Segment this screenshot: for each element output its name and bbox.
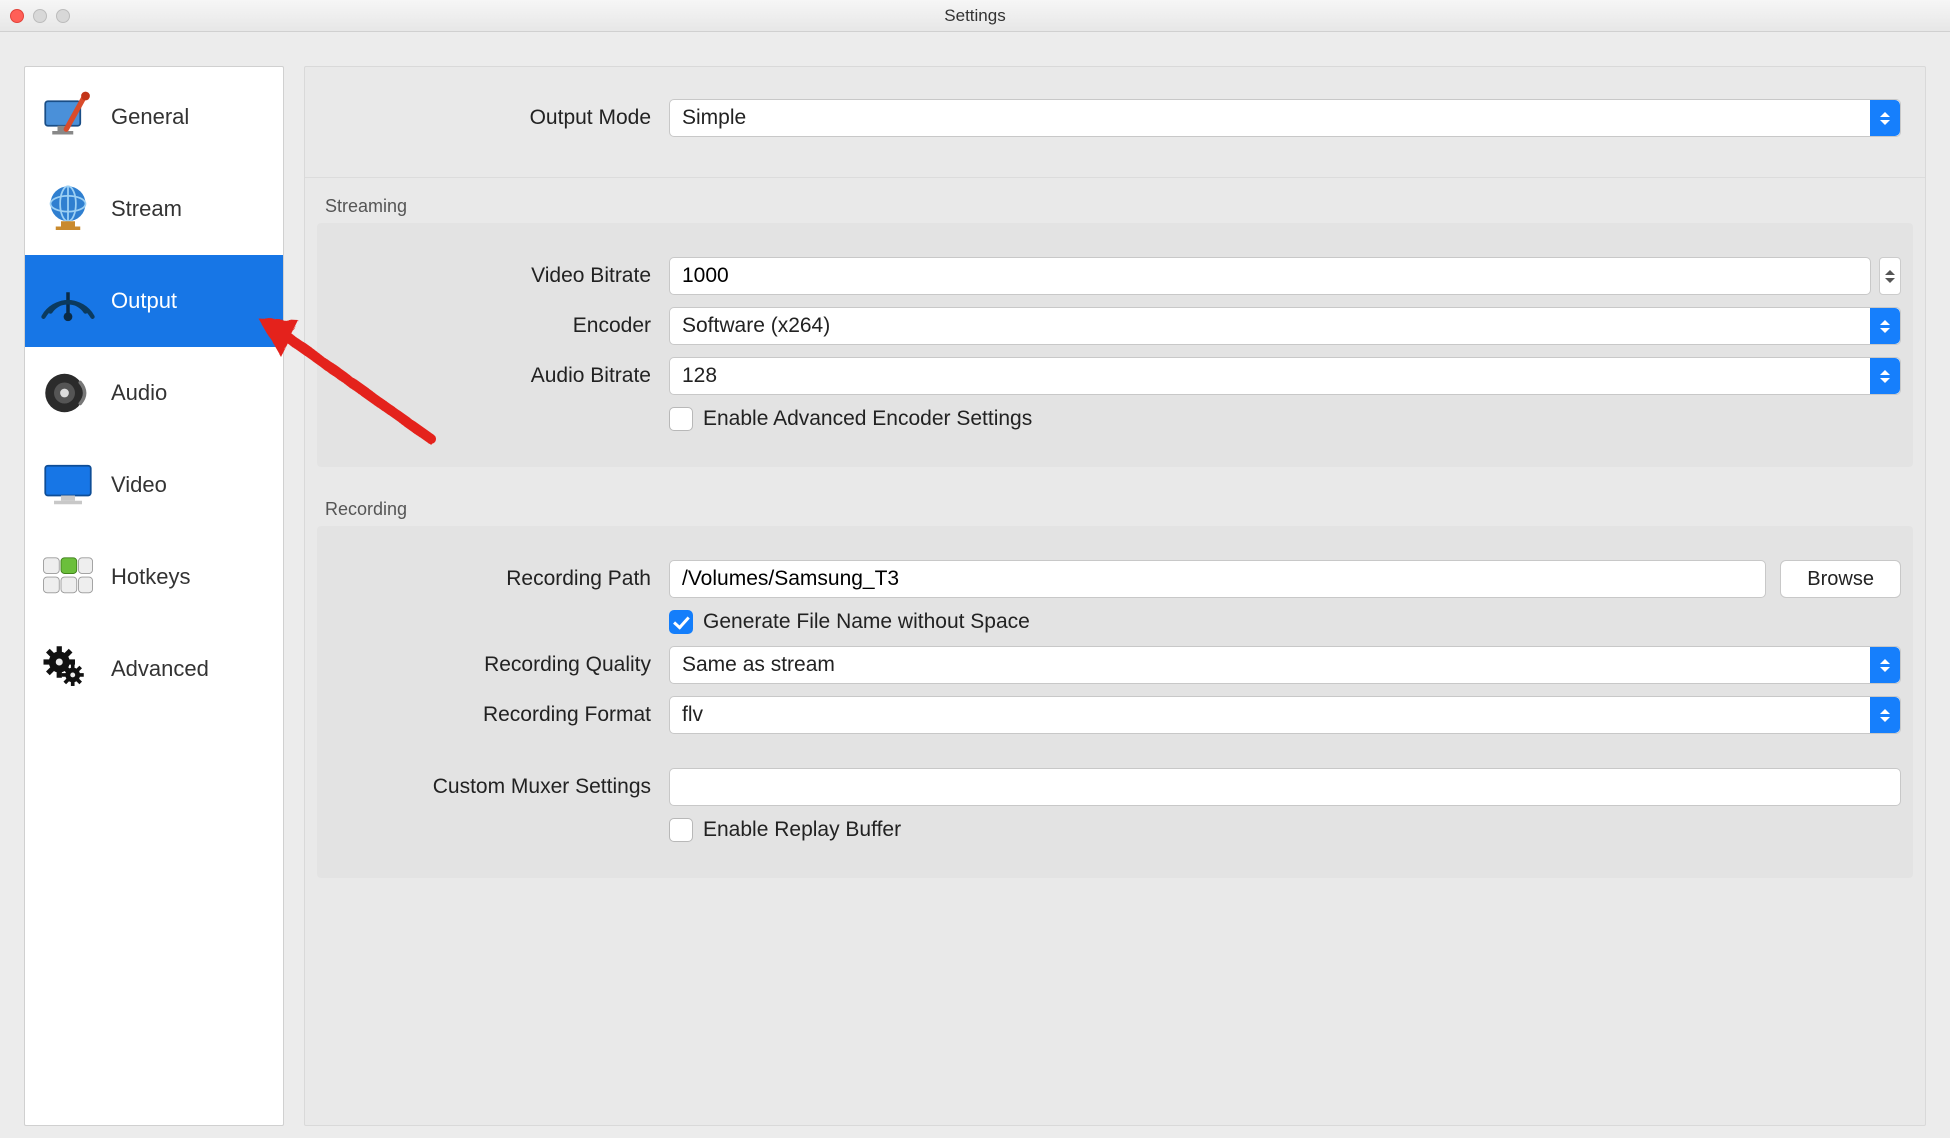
recording-group-title: Recording — [305, 481, 1925, 526]
recording-format-select[interactable]: flv — [669, 696, 1901, 734]
window-controls — [10, 9, 70, 23]
sidebar-item-label: Hotkeys — [111, 564, 190, 590]
sidebar-item-hotkeys[interactable]: Hotkeys — [25, 531, 283, 623]
sidebar-item-label: Stream — [111, 196, 182, 222]
output-icon — [37, 270, 99, 332]
recording-format-value: flv — [682, 703, 703, 727]
checkbox-checked-icon — [669, 610, 693, 634]
encoder-select[interactable]: Software (x264) — [669, 307, 1901, 345]
audio-bitrate-value: 128 — [682, 364, 717, 388]
sidebar-item-output[interactable]: Output — [25, 255, 283, 347]
enable-advanced-encoder-label: Enable Advanced Encoder Settings — [703, 407, 1032, 431]
window-title: Settings — [944, 6, 1005, 26]
checkbox-icon — [669, 407, 693, 431]
recording-quality-value: Same as stream — [682, 653, 835, 677]
sidebar-item-audio[interactable]: Audio — [25, 347, 283, 439]
settings-panel: Output Mode Simple Streaming Video Bitra… — [304, 66, 1926, 1126]
enable-replay-buffer-checkbox[interactable]: Enable Replay Buffer — [669, 818, 901, 842]
video-bitrate-label: Video Bitrate — [329, 264, 669, 288]
enable-advanced-encoder-checkbox[interactable]: Enable Advanced Encoder Settings — [669, 407, 1032, 431]
recording-format-label: Recording Format — [329, 703, 669, 727]
zoom-window-button[interactable] — [56, 9, 70, 23]
encoder-value: Software (x264) — [682, 314, 830, 338]
dropdown-arrows-icon — [1870, 358, 1900, 394]
output-mode-label: Output Mode — [329, 106, 669, 130]
encoder-label: Encoder — [329, 314, 669, 338]
sidebar-item-label: Output — [111, 288, 177, 314]
advanced-icon — [37, 638, 99, 700]
dropdown-arrows-icon — [1870, 308, 1900, 344]
streaming-group-title: Streaming — [305, 178, 1925, 223]
dropdown-arrows-icon — [1870, 100, 1900, 136]
stream-icon — [37, 178, 99, 240]
sidebar-item-label: Video — [111, 472, 167, 498]
sidebar-item-label: General — [111, 104, 189, 130]
browse-button-label: Browse — [1807, 568, 1874, 591]
dropdown-arrows-icon — [1870, 697, 1900, 733]
close-window-button[interactable] — [10, 9, 24, 23]
custom-muxer-input[interactable] — [669, 768, 1901, 806]
generate-filename-nospace-label: Generate File Name without Space — [703, 610, 1030, 634]
sidebar-item-advanced[interactable]: Advanced — [25, 623, 283, 715]
enable-replay-buffer-label: Enable Replay Buffer — [703, 818, 901, 842]
minimize-window-button[interactable] — [33, 9, 47, 23]
recording-group: Recording Path Browse Generate File Name… — [317, 526, 1913, 878]
checkbox-icon — [669, 818, 693, 842]
audio-icon — [37, 362, 99, 424]
generate-filename-nospace-checkbox[interactable]: Generate File Name without Space — [669, 610, 1030, 634]
titlebar: Settings — [0, 0, 1950, 32]
settings-sidebar: General Stream Output Audio Video — [24, 66, 284, 1126]
recording-path-input[interactable] — [669, 560, 1766, 598]
sidebar-item-label: Audio — [111, 380, 167, 406]
video-bitrate-input[interactable] — [669, 257, 1871, 295]
general-icon — [37, 86, 99, 148]
recording-quality-select[interactable]: Same as stream — [669, 646, 1901, 684]
sidebar-item-video[interactable]: Video — [25, 439, 283, 531]
recording-quality-label: Recording Quality — [329, 653, 669, 677]
audio-bitrate-select[interactable]: 128 — [669, 357, 1901, 395]
custom-muxer-label: Custom Muxer Settings — [329, 775, 669, 799]
browse-button[interactable]: Browse — [1780, 560, 1901, 598]
sidebar-item-general[interactable]: General — [25, 71, 283, 163]
video-bitrate-stepper[interactable] — [669, 257, 1901, 295]
dropdown-arrows-icon — [1870, 647, 1900, 683]
output-mode-select[interactable]: Simple — [669, 99, 1901, 137]
audio-bitrate-label: Audio Bitrate — [329, 364, 669, 388]
hotkeys-icon — [37, 546, 99, 608]
recording-path-label: Recording Path — [329, 567, 669, 591]
sidebar-item-stream[interactable]: Stream — [25, 163, 283, 255]
sidebar-item-label: Advanced — [111, 656, 209, 682]
stepper-arrows-icon[interactable] — [1879, 257, 1901, 295]
output-mode-value: Simple — [682, 106, 746, 130]
streaming-group: Video Bitrate Encoder Software (x264) — [317, 223, 1913, 467]
video-icon — [37, 454, 99, 516]
